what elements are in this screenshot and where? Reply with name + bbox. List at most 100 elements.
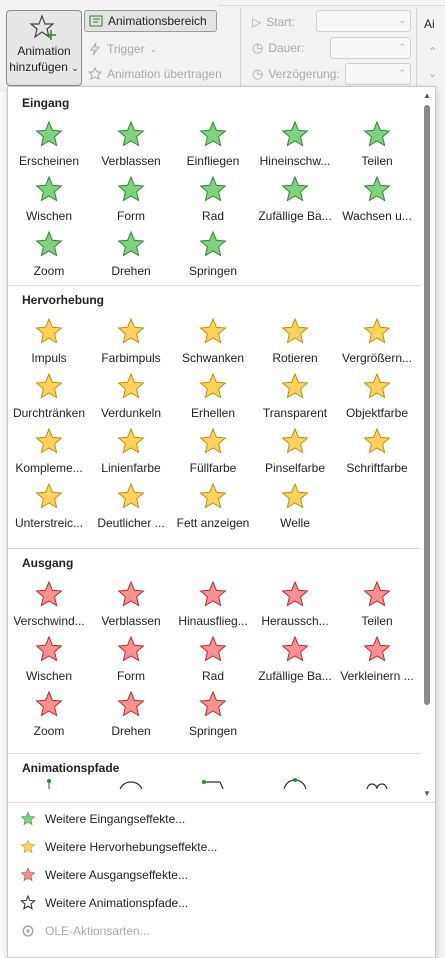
motion-path-icon [366,783,388,789]
spinner-icon: ⌃ [398,42,406,52]
effect-label: Unterstreic... [14,516,83,530]
chevron-up-icon[interactable]: ⌃ [428,40,437,62]
effect-tile[interactable]: Form [90,173,172,228]
chevron-down-icon[interactable]: ⌄ [428,62,437,84]
effect-tile[interactable]: Einfliegen [172,118,254,173]
ribbon-separator [240,8,241,86]
effect-tile[interactable]: Deutlicher ... [90,480,172,535]
effect-tile[interactable]: Rad [172,633,254,688]
effect-tile[interactable]: Erhellen [172,370,254,425]
add-animation-button[interactable]: Animation hinzufügen ⌄ [6,10,82,86]
outline-star-icon [20,895,36,910]
effect-tile[interactable]: Füllfarbe [172,425,254,480]
gallery-scrollbar[interactable]: ▲ ▼ [421,91,433,801]
delay-label: Verzögerung: [268,67,340,81]
scroll-thumb[interactable] [424,105,430,705]
effect-label: Pinselfarbe [264,461,326,475]
effect-tile[interactable]: Zufällige Ba... [254,633,336,688]
motion-path-tile[interactable] [172,759,254,789]
menu-item[interactable]: Weitere Ausgangseffekte... [8,861,435,889]
exit-star-icon [35,690,63,717]
motion-path-tile[interactable] [8,759,90,789]
effect-tile[interactable]: Wachsen u... [336,173,418,228]
scroll-down-icon[interactable]: ▼ [423,789,431,798]
effect-label: Fett anzeigen [176,516,250,530]
effect-tile[interactable]: Teilen [336,578,418,633]
effect-tile[interactable]: Wischen [8,633,90,688]
effect-tile[interactable]: Zoom [8,688,90,743]
menu-item-label: OLE-Aktionsarten... [45,924,150,938]
effect-tile[interactable]: Form [90,633,172,688]
menu-divider [8,802,435,803]
effect-tile[interactable]: Hineinschw... [254,118,336,173]
effect-tile[interactable]: Zoom [8,228,90,283]
effect-tile[interactable]: Verschwind... [8,578,90,633]
effect-tile[interactable]: Durchtränken [8,370,90,425]
effect-tile[interactable]: Rad [172,173,254,228]
emphasis-star-icon [281,427,309,454]
section-title: Hervorhebung [22,293,105,307]
effect-tile[interactable]: Drehen [90,688,172,743]
effect-tile[interactable]: Unterstreic... [8,480,90,535]
duration-input[interactable]: ⌃ [330,37,411,59]
effect-tile[interactable]: Vergrößern... [336,315,418,370]
effect-tile[interactable]: Schwanken [172,315,254,370]
effect-label: Erscheinen [18,154,80,168]
effect-tile[interactable]: Drehen [90,228,172,283]
effect-tile[interactable]: Verkleinern ... [336,633,418,688]
effect-tile[interactable]: Verdunkeln [90,370,172,425]
section-title: Eingang [22,96,70,110]
entrance-star-icon [35,230,63,257]
start-select[interactable]: ⌄ [316,10,411,32]
effect-tile[interactable]: Fett anzeigen [172,480,254,535]
effect-tile[interactable]: Heraussch... [254,578,336,633]
motion-path-icon [283,778,307,789]
motion-path-tile[interactable] [254,759,336,789]
effect-tile[interactable]: Welle [254,480,336,535]
clock-icon: ◷ [252,40,264,55]
effect-tile[interactable]: Impuls [8,315,90,370]
menu-item[interactable]: Weitere Hervorhebungseffekte... [8,833,435,861]
delay-input[interactable]: ⌃ [345,63,411,85]
menu-item[interactable]: Weitere Eingangseffekte... [8,805,435,833]
animation-painter-button[interactable]: Animation übertragen [88,63,222,85]
animation-pane-button[interactable]: Animationsbereich [84,10,217,32]
scroll-up-icon[interactable]: ▲ [423,91,431,100]
effect-tile[interactable]: Verblassen [90,118,172,173]
effect-tile[interactable]: Transparent [254,370,336,425]
trigger-button[interactable]: Trigger ⌄ [88,38,157,60]
effect-tile[interactable]: Teilen [336,118,418,173]
effect-tile[interactable]: Rotieren [254,315,336,370]
motion-path-tile[interactable] [336,759,418,789]
effect-tile[interactable]: Linienfarbe [90,425,172,480]
effect-tile[interactable]: Objektfarbe [336,370,418,425]
effect-tile[interactable]: Zufällige Ba... [254,173,336,228]
exit-star-icon [363,635,391,662]
effect-tile[interactable]: Springen [172,228,254,283]
effect-tile[interactable]: Hinausflieg... [172,578,254,633]
menu-item[interactable]: OLE-Aktionsarten... [8,917,435,945]
delay-label-group: ◷ Verzögerung: [252,63,340,85]
effect-tile[interactable]: Farbimpuls [90,315,172,370]
effect-label: Vergrößern... [341,351,413,365]
effect-tile[interactable]: Erscheinen [8,118,90,173]
entrance-star-icon [199,120,227,147]
effect-tile[interactable]: Kompleme... [8,425,90,480]
exit-star-icon [35,580,63,607]
menu-item[interactable]: Weitere Animationspfade... [8,889,435,917]
effect-label: Zoom [33,724,65,738]
motion-path-tile[interactable] [90,759,172,789]
effect-label: Erhellen [190,406,236,420]
emphasis-star-icon [281,372,309,399]
effect-tile[interactable]: Verblassen [90,578,172,633]
effect-label: Farbimpuls [101,351,161,365]
effect-tile[interactable]: Schriftfarbe [336,425,418,480]
effect-tile[interactable]: Pinselfarbe [254,425,336,480]
exit-star-icon [35,635,63,662]
effect-tile[interactable]: Wischen [8,173,90,228]
effect-label: Linienfarbe [101,461,161,475]
emphasis-star-icon [199,372,227,399]
effect-tile[interactable]: Springen [172,688,254,743]
effect-label: Füllfarbe [189,461,237,475]
motion-path-icon [119,781,143,789]
